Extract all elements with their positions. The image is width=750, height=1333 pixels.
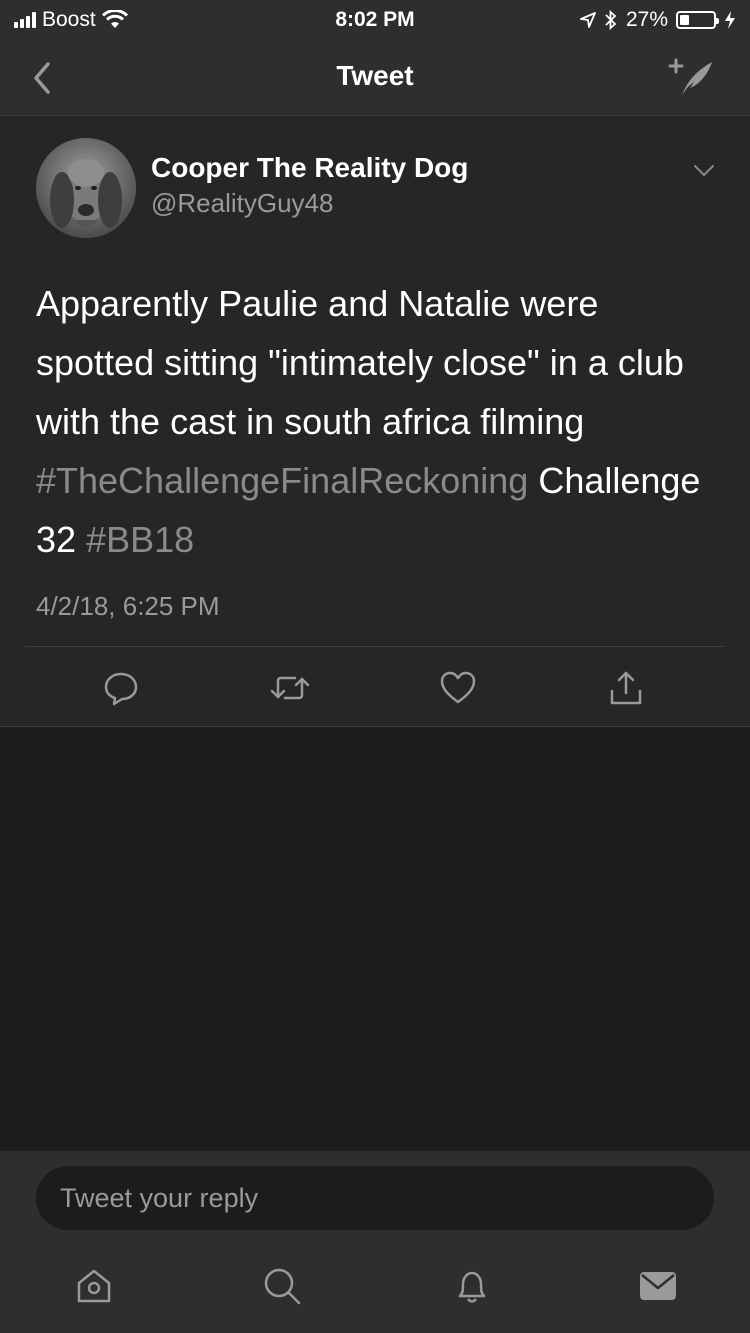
comment-icon	[104, 672, 138, 706]
share-button[interactable]	[604, 666, 648, 710]
reply-button[interactable]	[99, 666, 143, 710]
tweet-detail: Cooper The Reality Dog @RealityGuy48 App…	[0, 116, 750, 727]
bluetooth-icon	[605, 10, 617, 30]
divider	[25, 646, 725, 647]
retweet-icon	[270, 676, 310, 700]
hashtag-link[interactable]: #BB18	[86, 519, 194, 560]
nav-bar: Tweet	[0, 40, 750, 116]
share-icon	[610, 671, 642, 705]
page-title: Tweet	[336, 60, 414, 91]
author-name[interactable]: Cooper The Reality Dog	[151, 152, 468, 184]
envelope-icon	[640, 1272, 676, 1300]
tweet-timestamp: 4/2/18, 6:25 PM	[36, 591, 220, 621]
tab-bar	[0, 1246, 750, 1333]
chevron-down-icon[interactable]	[692, 160, 716, 180]
tweet-body: Apparently Paulie and Natalie were spott…	[36, 274, 726, 569]
dog-avatar-image	[36, 138, 136, 238]
avatar[interactable]	[36, 138, 136, 238]
tweet-actions	[0, 666, 750, 710]
tab-messages[interactable]	[636, 1264, 680, 1308]
tweet-text-part1: Apparently Paulie and Natalie were spott…	[36, 283, 684, 442]
status-right: 27%	[580, 8, 736, 32]
reply-bar	[0, 1151, 750, 1246]
tab-search[interactable]	[260, 1264, 304, 1308]
compose-tweet-button[interactable]	[668, 54, 718, 100]
search-icon	[264, 1268, 301, 1305]
retweet-button[interactable]	[268, 666, 312, 710]
battery-icon	[676, 11, 719, 29]
battery-fill	[680, 15, 689, 25]
charging-bolt-icon	[725, 11, 735, 29]
bell-icon	[458, 1271, 486, 1303]
author-handle[interactable]: @RealityGuy48	[151, 188, 333, 219]
battery-percent: 27%	[625, 8, 668, 31]
heart-icon	[440, 671, 476, 704]
status-bar: Boost 8:02 PM 27%	[0, 0, 750, 40]
location-arrow-icon	[580, 12, 596, 28]
tab-home[interactable]	[72, 1264, 116, 1308]
like-button[interactable]	[436, 666, 480, 710]
reply-input[interactable]	[36, 1166, 714, 1230]
home-icon	[77, 1269, 111, 1303]
hashtag-link[interactable]: #TheChallengeFinalReckoning	[36, 460, 528, 501]
tab-notifications[interactable]	[450, 1264, 494, 1308]
